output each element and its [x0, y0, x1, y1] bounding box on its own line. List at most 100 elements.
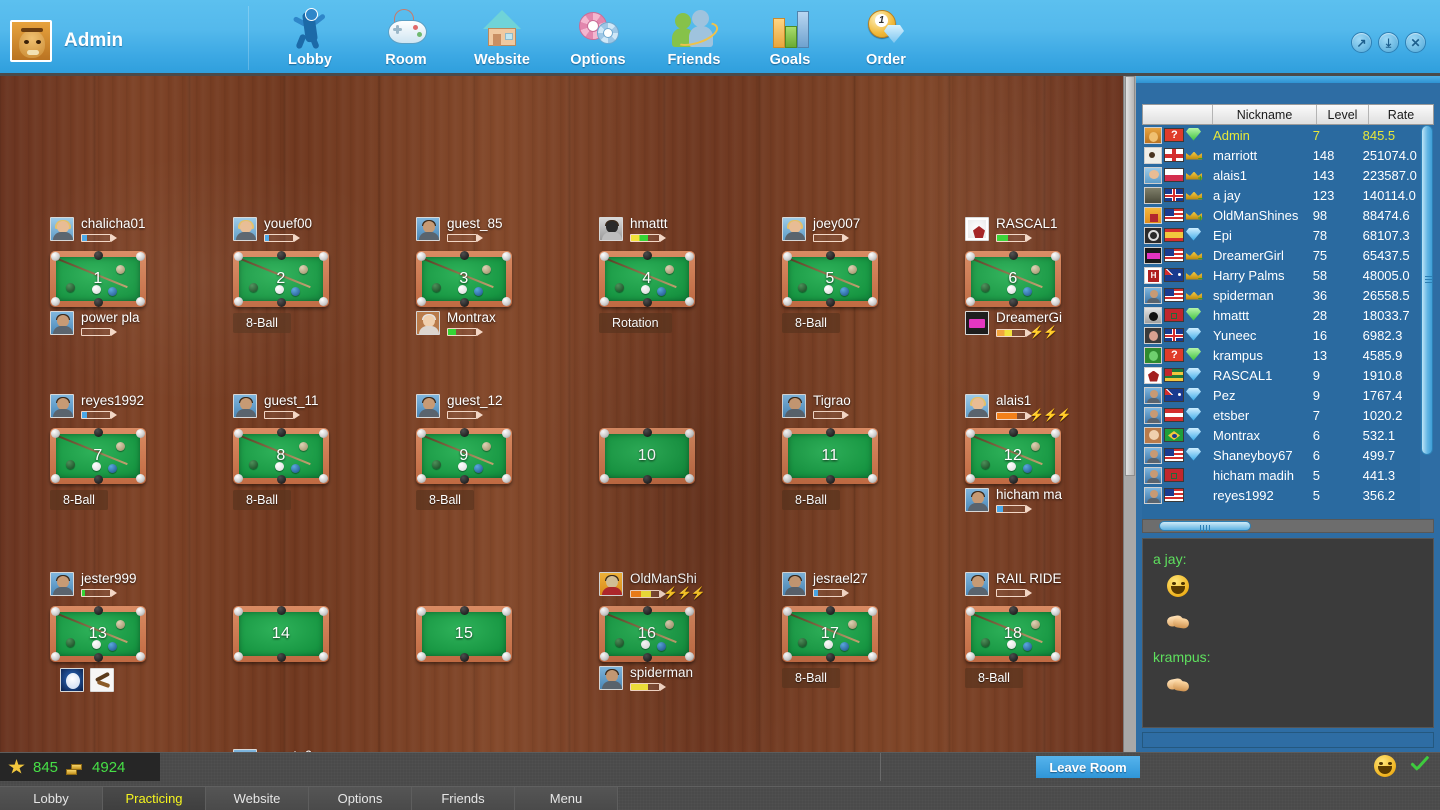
- minimize-button[interactable]: ⤓: [1378, 32, 1399, 53]
- tab-bar-filler: [618, 787, 1440, 810]
- player-slot-top[interactable]: youef00: [233, 217, 312, 242]
- player-slot-top[interactable]: alais1 ⚡⚡⚡: [965, 394, 1072, 421]
- toolbar-order[interactable]: 1 Order: [838, 2, 934, 68]
- tab-practicing[interactable]: Practicing: [103, 787, 206, 810]
- toolbar-options[interactable]: Options: [550, 2, 646, 68]
- table-felt: 11: [788, 434, 872, 478]
- leave-room-button[interactable]: Leave Room: [1036, 756, 1140, 778]
- player-name: guest_11: [264, 393, 319, 408]
- pool-table[interactable]: 12: [965, 428, 1061, 484]
- user-list-row[interactable]: RASCAL1 9 1910.8: [1142, 365, 1420, 385]
- table-pocket: [600, 474, 609, 483]
- user-list-row[interactable]: ? Admin 7 845.5: [1142, 125, 1420, 145]
- user-list-row[interactable]: Epi 78 68107.3: [1142, 225, 1420, 245]
- table-felt: 12: [971, 434, 1055, 478]
- pool-table[interactable]: 17: [782, 606, 878, 662]
- player-slot-top[interactable]: RASCAL1: [965, 217, 1058, 242]
- restore-button[interactable]: ↗: [1351, 32, 1372, 53]
- pool-table[interactable]: 8: [233, 428, 329, 484]
- player-slot-top[interactable]: guest_85: [416, 217, 503, 242]
- user-list-row[interactable]: + OldManShines 98 88474.6: [1142, 205, 1420, 225]
- column-rate[interactable]: Rate: [1369, 105, 1433, 124]
- player-level-bar: [813, 234, 849, 242]
- check-icon[interactable]: [1408, 756, 1430, 776]
- user-list-hscrollbar[interactable]: [1142, 519, 1434, 533]
- pool-table[interactable]: 1: [50, 251, 146, 307]
- toolbar-goals[interactable]: Goals: [742, 2, 838, 68]
- room-vertical-scrollbar[interactable]: [1123, 76, 1136, 752]
- player-slot-top[interactable]: joey007: [782, 217, 860, 242]
- player-slot-top[interactable]: RAIL RIDE: [965, 572, 1062, 597]
- user-list-hscroll-thumb[interactable]: [1159, 521, 1251, 532]
- player-slot-top[interactable]: OldManShi ⚡⚡⚡: [599, 572, 706, 599]
- pool-table[interactable]: 11: [782, 428, 878, 484]
- player-slot-top[interactable]: guest_11: [233, 394, 319, 419]
- pool-table[interactable]: 16: [599, 606, 695, 662]
- chat-input[interactable]: [1142, 732, 1434, 748]
- pool-table[interactable]: 10: [599, 428, 695, 484]
- tab-lobby[interactable]: Lobby: [0, 787, 103, 810]
- user-list-row[interactable]: H – Harry Palms 58 48005.0: [1142, 265, 1420, 285]
- pool-table[interactable]: 9: [416, 428, 512, 484]
- user-list-row[interactable]: Shaneyboy67 6 499.7: [1142, 445, 1420, 465]
- column-level[interactable]: Level: [1317, 105, 1369, 124]
- user-list-row[interactable]: etsber 7 1020.2: [1142, 405, 1420, 425]
- toolbar-room[interactable]: Room: [358, 2, 454, 68]
- pool-table[interactable]: 2: [233, 251, 329, 307]
- player-slot-top[interactable]: jester999: [50, 572, 137, 597]
- room-scroll-thumb[interactable]: [1125, 76, 1135, 476]
- pool-table[interactable]: 15: [416, 606, 512, 662]
- user-list-row[interactable]: – spiderman 36 26558.5: [1142, 285, 1420, 305]
- player-slot-bottom[interactable]: hicham ma: [965, 488, 1062, 513]
- user-avatar-thumb: [1144, 186, 1162, 204]
- pool-table[interactable]: 6: [965, 251, 1061, 307]
- player-slot-top[interactable]: jesrael27: [782, 572, 868, 597]
- user-list-row[interactable]: – a jay 123 140114.0: [1142, 185, 1420, 205]
- player-slot-bottom[interactable]: DreamerGi ⚡⚡: [965, 311, 1062, 338]
- user-list-row[interactable]: – DreamerGirl 75 65437.5: [1142, 245, 1420, 265]
- user-list-row[interactable]: hmattt 28 18033.7: [1142, 305, 1420, 325]
- pool-table[interactable]: 5: [782, 251, 878, 307]
- user-list-row[interactable]: ? krampus 13 4585.9: [1142, 345, 1420, 365]
- user-list-row[interactable]: hicham madih 5 441.3: [1142, 465, 1420, 485]
- player-level-bar: [996, 411, 1032, 420]
- user-row-icons: [1142, 225, 1209, 245]
- player-slot-top[interactable]: guest_12: [416, 394, 503, 419]
- user-list-row[interactable]: reyes1992 5 356.2: [1142, 485, 1420, 505]
- rank-icon-none: [1186, 488, 1204, 503]
- pool-table[interactable]: 13: [50, 606, 146, 662]
- tab-website[interactable]: Website: [206, 787, 309, 810]
- player-slot-bottom[interactable]: Montrax: [416, 311, 496, 336]
- player-slot-bottom[interactable]: power pla: [50, 311, 140, 336]
- smiley-icon[interactable]: [1374, 755, 1396, 777]
- player-slot-top[interactable]: hmattt: [599, 217, 668, 242]
- player-level-bar: [996, 234, 1032, 242]
- column-icons[interactable]: [1143, 105, 1213, 124]
- pool-table[interactable]: 7: [50, 428, 146, 484]
- pool-table[interactable]: 3: [416, 251, 512, 307]
- user-list-vscrollbar[interactable]: [1420, 125, 1434, 518]
- current-user[interactable]: Admin: [10, 20, 123, 62]
- country-flag-icon: [1164, 328, 1184, 342]
- toolbar-website[interactable]: Website: [454, 2, 550, 68]
- tab-friends[interactable]: Friends: [412, 787, 515, 810]
- user-list-row[interactable]: Montrax 6 532.1: [1142, 425, 1420, 445]
- toolbar-friends[interactable]: Friends: [646, 2, 742, 68]
- column-nickname[interactable]: Nickname: [1213, 105, 1317, 124]
- user-list-row[interactable]: + alais1 143 223587.0: [1142, 165, 1420, 185]
- toolbar-lobby[interactable]: Lobby: [262, 2, 358, 68]
- player-slot-bottom[interactable]: spiderman: [599, 666, 693, 691]
- user-list-vscroll-thumb[interactable]: [1421, 125, 1433, 455]
- user-list-row[interactable]: Pez 9 1767.4: [1142, 385, 1420, 405]
- player-slot-top[interactable]: reyes1992: [50, 394, 144, 419]
- tab-menu[interactable]: Menu: [515, 787, 618, 810]
- pool-table[interactable]: 14: [233, 606, 329, 662]
- pool-table[interactable]: 18: [965, 606, 1061, 662]
- user-list-row[interactable]: Yuneec 16 6982.3: [1142, 325, 1420, 345]
- player-slot-top[interactable]: chalicha01: [50, 217, 146, 242]
- pool-table[interactable]: 4: [599, 251, 695, 307]
- user-list-row[interactable]: – marriott 148 251074.0: [1142, 145, 1420, 165]
- close-button[interactable]: ✕: [1405, 32, 1426, 53]
- player-slot-top[interactable]: Tigrao: [782, 394, 851, 419]
- tab-options[interactable]: Options: [309, 787, 412, 810]
